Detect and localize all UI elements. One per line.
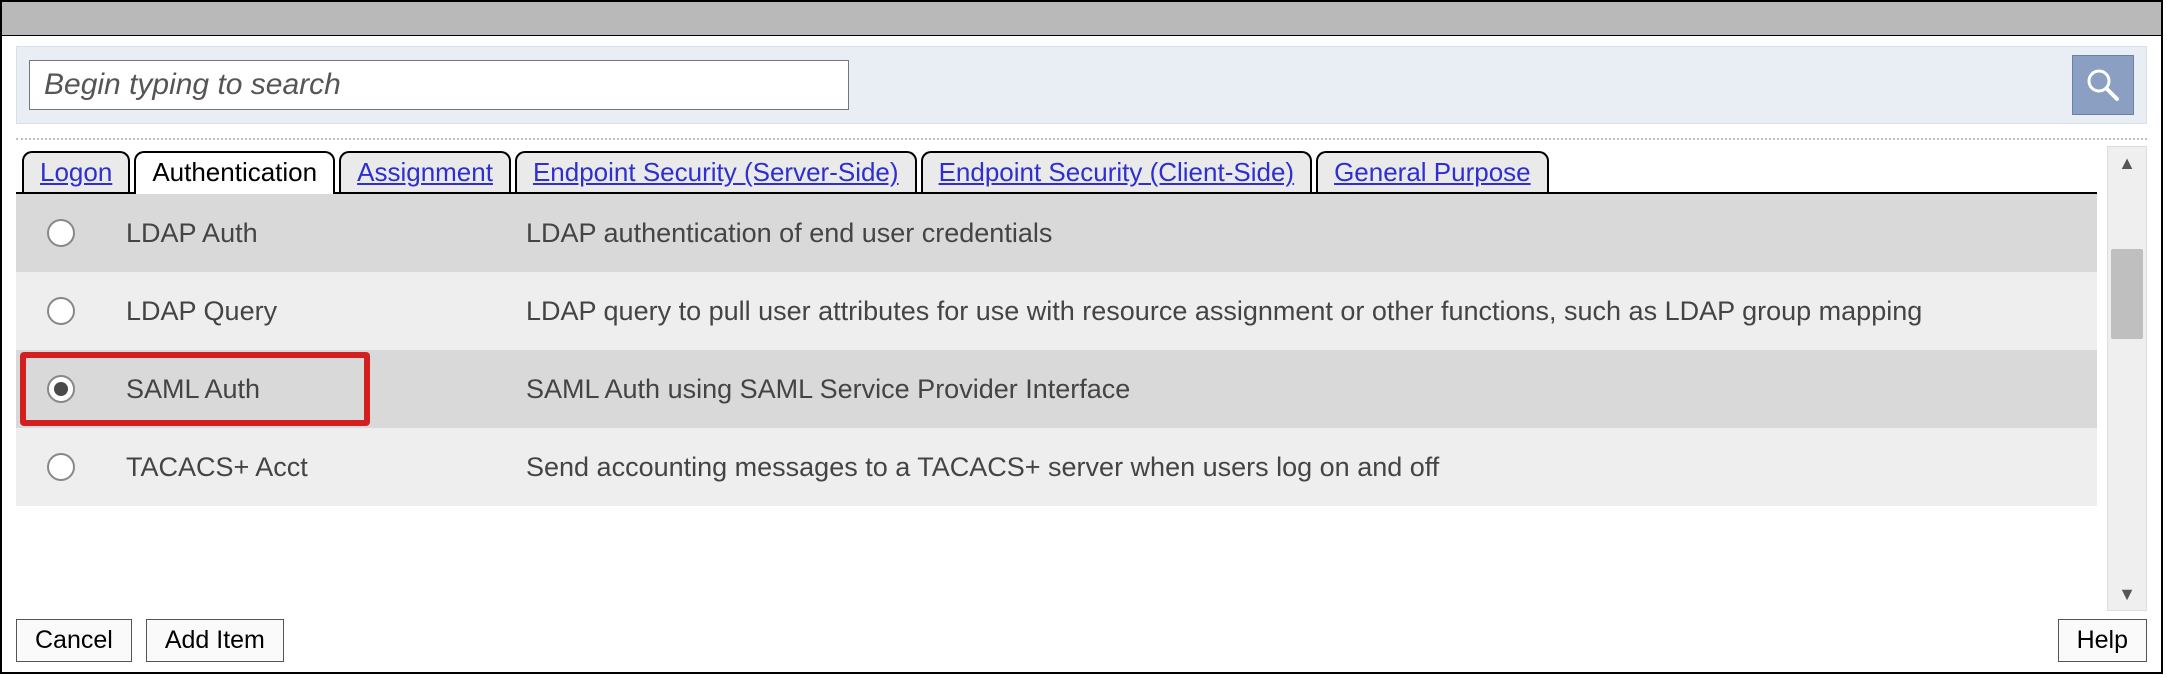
scroll-track[interactable] xyxy=(2108,179,2146,578)
tab-authentication[interactable]: Authentication xyxy=(134,151,335,194)
radio-cell xyxy=(16,297,106,325)
search-input[interactable] xyxy=(29,60,849,110)
cancel-button[interactable]: Cancel xyxy=(16,619,132,662)
option-desc: LDAP query to pull user attributes for u… xyxy=(526,296,2097,327)
option-name: SAML Auth xyxy=(106,374,526,405)
table-row[interactable]: LDAP Auth LDAP authentication of end use… xyxy=(16,194,2097,272)
tab-assignment[interactable]: Assignment xyxy=(339,151,511,194)
radio-saml-auth[interactable] xyxy=(47,375,75,403)
option-name: TACACS+ Acct xyxy=(106,452,526,483)
search-bar xyxy=(16,46,2147,124)
tab-endpoint-server[interactable]: Endpoint Security (Server-Side) xyxy=(515,151,917,194)
radio-cell xyxy=(16,219,106,247)
radio-cell xyxy=(16,453,106,481)
scroll-thumb[interactable] xyxy=(2111,249,2143,339)
table-row[interactable]: TACACS+ Acct Send accounting messages to… xyxy=(16,428,2097,506)
tab-bar: Logon Authentication Assignment Endpoint… xyxy=(16,146,2097,192)
option-desc: Send accounting messages to a TACACS+ se… xyxy=(526,452,2097,483)
table-row[interactable]: SAML Auth SAML Auth using SAML Service P… xyxy=(16,350,2097,428)
titlebar xyxy=(2,2,2161,36)
tab-general-purpose[interactable]: General Purpose xyxy=(1316,151,1549,194)
scroll-down-icon[interactable]: ▼ xyxy=(2108,578,2146,610)
radio-tacacs-acct[interactable] xyxy=(47,453,75,481)
footer: Cancel Add Item Help xyxy=(16,611,2147,662)
radio-ldap-query[interactable] xyxy=(47,297,75,325)
separator xyxy=(16,138,2147,140)
dialog-window: Logon Authentication Assignment Endpoint… xyxy=(0,0,2163,674)
left-column: Logon Authentication Assignment Endpoint… xyxy=(16,146,2097,611)
content-area: Logon Authentication Assignment Endpoint… xyxy=(2,36,2161,672)
auth-options-list: LDAP Auth LDAP authentication of end use… xyxy=(16,194,2097,506)
option-name: LDAP Query xyxy=(106,296,526,327)
option-desc: LDAP authentication of end user credenti… xyxy=(526,218,2097,249)
radio-cell xyxy=(16,375,106,403)
search-icon xyxy=(2083,65,2123,105)
option-desc: SAML Auth using SAML Service Provider In… xyxy=(526,374,2097,405)
tab-logon[interactable]: Logon xyxy=(22,151,130,194)
table-row[interactable]: LDAP Query LDAP query to pull user attri… xyxy=(16,272,2097,350)
radio-ldap-auth[interactable] xyxy=(47,219,75,247)
add-item-button[interactable]: Add Item xyxy=(146,619,284,662)
help-button[interactable]: Help xyxy=(2058,619,2147,662)
scrollbar[interactable]: ▲ ▼ xyxy=(2107,146,2147,611)
main-area: Logon Authentication Assignment Endpoint… xyxy=(16,146,2147,611)
tab-endpoint-client[interactable]: Endpoint Security (Client-Side) xyxy=(921,151,1313,194)
search-button[interactable] xyxy=(2072,55,2134,115)
scroll-up-icon[interactable]: ▲ xyxy=(2108,147,2146,179)
option-name: LDAP Auth xyxy=(106,218,526,249)
